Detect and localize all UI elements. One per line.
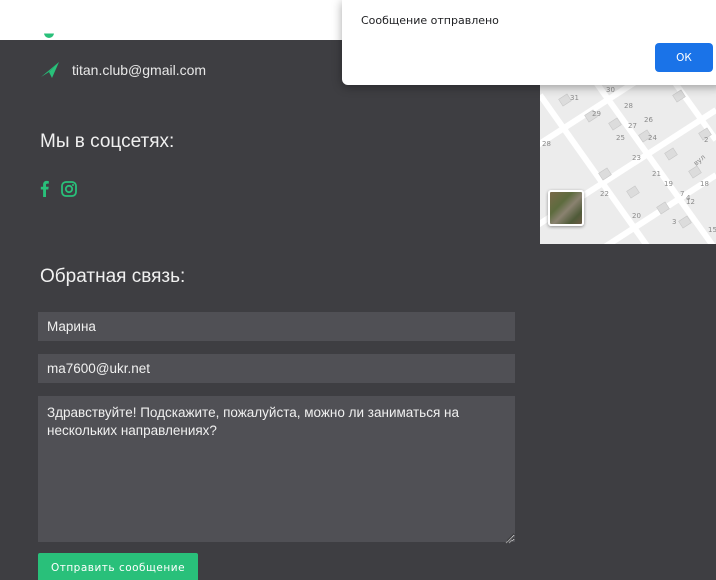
map-house-number: 28 [624, 102, 633, 110]
map-house-number: 22 [600, 190, 609, 198]
map-house-number: 18 [700, 180, 709, 188]
map-house-number: 25 [616, 134, 625, 142]
contact-email[interactable]: titan.club@gmail.com [72, 62, 206, 78]
submit-button[interactable]: Отправить сообщение [38, 553, 198, 580]
map-house-number: 27 [628, 122, 637, 130]
map-house-number: вул [692, 153, 707, 167]
map-house-number: 2 [704, 136, 708, 144]
map-house-number: 26 [644, 116, 653, 124]
name-field[interactable] [38, 312, 515, 341]
map-house-number: 7 [680, 190, 684, 198]
facebook-icon[interactable] [40, 180, 49, 202]
map-house-number: 19 [664, 180, 673, 188]
map-house-number: 15 [708, 226, 716, 234]
page: titan.club@gmail.com Мы в соцсетях: Обра… [0, 0, 716, 580]
message-field[interactable]: Здравствуйте! Подскажите, пожалуйста, мо… [38, 396, 515, 542]
map-house-number: 31 [570, 94, 579, 102]
map-house-number: 20 [632, 212, 641, 220]
alert-dialog: Сообщение отправлено ОК [342, 0, 716, 85]
map-house-number: 3 [672, 218, 676, 226]
alert-message: Сообщение отправлено [361, 14, 499, 27]
map-house-number: 12 [686, 198, 695, 206]
map-house-number: 23 [632, 154, 641, 162]
satellite-view-toggle[interactable] [548, 190, 584, 226]
feedback-heading: Обратная связь: [40, 266, 186, 287]
paper-plane-icon [40, 61, 60, 79]
instagram-icon[interactable] [61, 180, 77, 202]
contact-email-row: titan.club@gmail.com [40, 58, 206, 82]
social-icons [40, 180, 77, 202]
map-house-number: 24 [648, 134, 657, 142]
map-house-number: 30 [606, 86, 615, 94]
ok-button[interactable]: ОК [655, 43, 713, 72]
map-house-number: 29 [592, 110, 601, 118]
email-field[interactable] [38, 354, 515, 383]
map-house-number: 21 [652, 170, 661, 178]
map-house-number: 28 [542, 140, 551, 148]
social-heading: Мы в соцсетях: [40, 131, 175, 152]
